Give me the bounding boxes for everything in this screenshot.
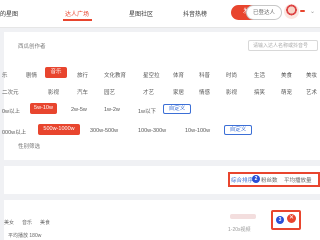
price-range-option[interactable]: 300w-500w	[90, 128, 118, 134]
category-option[interactable]: 影视	[226, 88, 237, 96]
active-tab-underline	[63, 19, 92, 21]
category-option[interactable]: 萌宠	[281, 88, 292, 96]
category-option[interactable]: 体育	[173, 71, 184, 79]
category-option[interactable]: 园艺	[104, 88, 115, 96]
entered-influencer-button[interactable]: 已登达人	[246, 5, 282, 20]
entered-label: 已登达人	[252, 10, 275, 16]
category-option[interactable]: 乐	[2, 71, 8, 79]
step-badge: 3	[276, 216, 284, 224]
category-option[interactable]: 旅行	[77, 71, 88, 79]
nav-community[interactable]: 星图社区	[129, 9, 153, 18]
category-option[interactable]: 美食	[281, 71, 292, 79]
tag-chip: 美食	[40, 220, 51, 226]
search-input[interactable]: 请输入达人名称或抖音号	[248, 40, 318, 51]
price-range-option[interactable]: 10w-100w	[185, 128, 210, 134]
filter-panel	[4, 32, 320, 160]
search-scope-label: 西瓜创作者	[18, 44, 46, 50]
sort-followers[interactable]: 粉丝数	[261, 176, 278, 184]
price-range-option[interactable]: 000w以上	[2, 128, 26, 136]
avatar[interactable]	[284, 4, 299, 19]
category-option[interactable]: 星空拉	[143, 71, 160, 79]
category-option[interactable]: 美妆	[306, 71, 317, 79]
tag-chip: 音乐	[22, 220, 33, 226]
category-option[interactable]: 汽车	[77, 88, 88, 96]
sort-avg-plays[interactable]: 平均播放量	[284, 176, 312, 184]
sort-comprehensive[interactable]: 综合排序	[231, 176, 253, 184]
price-range-option[interactable]: 100w-300w	[138, 128, 166, 134]
close-icon[interactable]: ✕	[287, 214, 296, 223]
nav-xingtu-home[interactable]: 的星图	[0, 9, 18, 18]
nav-influencer-square[interactable]: 达人广场	[65, 9, 89, 18]
category-option[interactable]: 影视	[48, 88, 59, 96]
video-duration-text: 1-20s视频	[228, 227, 251, 233]
category-option[interactable]: 生活	[254, 71, 265, 79]
follower-range-option[interactable]: 0w以上	[2, 107, 20, 115]
category-option[interactable]: 才艺	[143, 88, 154, 96]
category-music-selected[interactable]: 音乐	[45, 67, 67, 78]
notification-dot	[300, 10, 305, 12]
category-option[interactable]: 艺术	[306, 88, 317, 96]
category-option[interactable]: 情感	[199, 88, 210, 96]
follower-range-option[interactable]: 1w以下	[138, 107, 156, 115]
nav-douyin-hotlist[interactable]: 抖音热榜	[183, 9, 207, 18]
category-option[interactable]: 时尚	[226, 71, 237, 79]
tag-chip: 美女	[4, 220, 15, 226]
category-option[interactable]: 家居	[173, 88, 184, 96]
follower-range-option[interactable]: 1w-2w	[104, 107, 120, 113]
custom-follower-button[interactable]: 自定义	[163, 104, 191, 114]
custom-price-button[interactable]: 自定义	[224, 125, 252, 135]
avg-plays-text: 平均播放 180w	[8, 233, 42, 239]
chevron-down-icon[interactable]: ⌄	[310, 8, 315, 15]
category-option[interactable]: 二次元	[2, 88, 19, 96]
price-range-selected[interactable]: 500w-1000w	[38, 124, 80, 135]
follower-range-selected[interactable]: 5w-10w	[30, 103, 57, 114]
category-option[interactable]: 剧情	[26, 71, 37, 79]
category-option[interactable]: 科普	[199, 71, 210, 79]
category-option[interactable]: 搞笑	[254, 88, 265, 96]
step-badge: 2	[252, 175, 260, 183]
follower-range-option[interactable]: 2w-5w	[71, 107, 87, 113]
category-option[interactable]: 文化教育	[104, 71, 126, 79]
gender-filter-label[interactable]: 性别筛选	[18, 142, 40, 150]
influencer-name-redacted	[230, 214, 256, 219]
